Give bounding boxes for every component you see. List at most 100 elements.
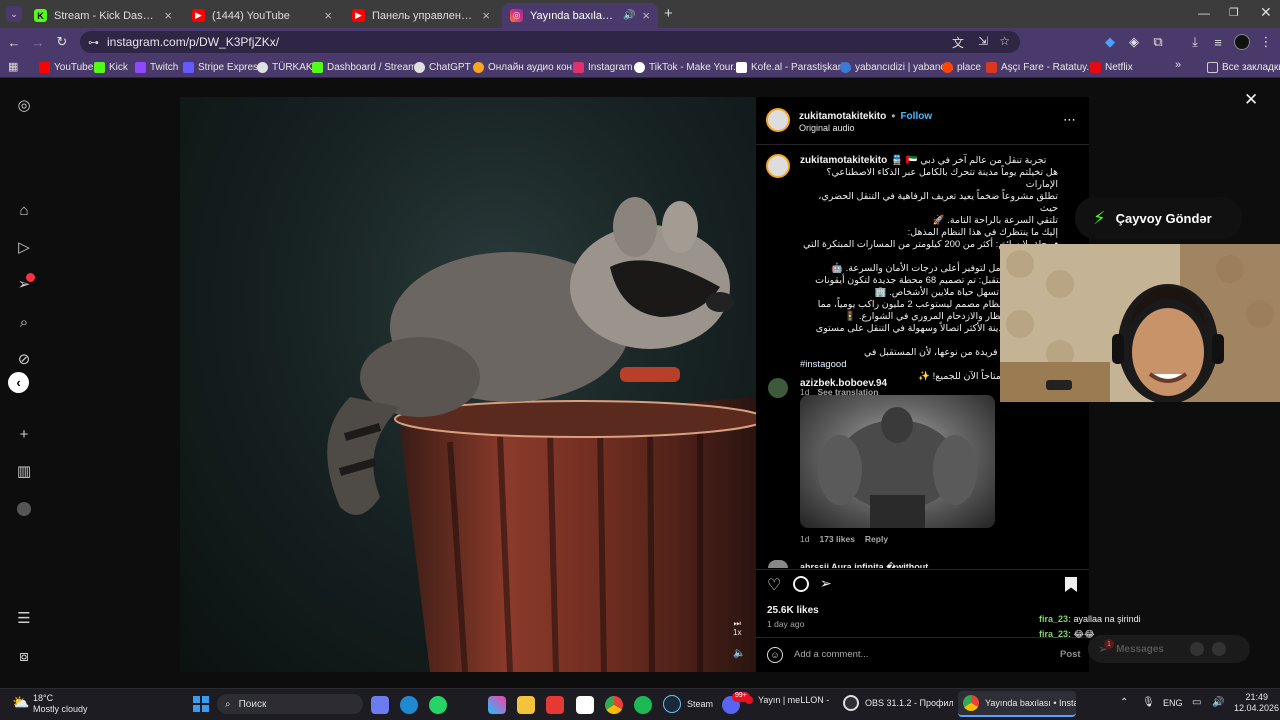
- comment-likes[interactable]: 173 likes: [819, 534, 854, 544]
- tab-youtube[interactable]: ▶ (1444) YouTube ×: [184, 3, 340, 28]
- extension-icon[interactable]: ◈: [1124, 32, 1144, 52]
- close-tab-icon[interactable]: ×: [324, 8, 332, 23]
- edge-icon[interactable]: [400, 696, 418, 714]
- install-icon[interactable]: ⇲: [978, 34, 988, 48]
- instagram-logo-icon[interactable]: ◎: [14, 95, 34, 115]
- taskbar-search-input[interactable]: ⌕ Поиск: [217, 694, 363, 714]
- close-window-button[interactable]: ✕: [1260, 4, 1272, 21]
- maximize-button[interactable]: ❐: [1229, 6, 1239, 19]
- bookmark-item[interactable]: TÜRKAK: [257, 59, 313, 75]
- teams-icon[interactable]: [371, 696, 389, 714]
- menu-icon[interactable]: ⋮: [1256, 32, 1276, 52]
- bookmark-item[interactable]: Instagram: [573, 59, 632, 75]
- bookmark-item[interactable]: Kick: [94, 59, 128, 75]
- chrome-icon[interactable]: [605, 696, 623, 714]
- home-icon[interactable]: ⌂: [14, 200, 34, 220]
- extension-icon[interactable]: ◆: [1100, 32, 1120, 52]
- comment-image[interactable]: [800, 395, 995, 528]
- media-icon[interactable]: ≡: [1208, 32, 1228, 52]
- taskbar-app-obs[interactable]: OBS 31.1.2 - Профиль: E: [843, 695, 953, 711]
- close-tab-icon[interactable]: ×: [482, 8, 490, 23]
- copilot-icon[interactable]: [488, 696, 506, 714]
- profile-avatar[interactable]: [1234, 34, 1250, 50]
- reels-icon[interactable]: ▷: [14, 237, 34, 257]
- comment-input[interactable]: Add a comment...: [794, 649, 868, 660]
- emoji-icon[interactable]: ☺: [767, 647, 783, 663]
- reload-button[interactable]: ↻: [52, 32, 72, 52]
- dashboard-icon[interactable]: ▥: [14, 461, 34, 481]
- weather-icon[interactable]: ⛅: [12, 694, 29, 711]
- create-icon[interactable]: +: [14, 424, 34, 444]
- more-options-icon[interactable]: ⋯: [1063, 112, 1076, 128]
- whatsapp-icon[interactable]: [429, 696, 447, 714]
- bookmark-item[interactable]: place: [942, 59, 981, 75]
- likes-count[interactable]: 25.6K likes: [767, 605, 819, 616]
- bookmark-item[interactable]: Kofe.al - Parastişkarl...: [736, 59, 852, 75]
- forward-button[interactable]: →: [28, 32, 48, 52]
- translate-icon[interactable]: 文: [952, 34, 964, 51]
- reel-video[interactable]: ⏭ 1x 🔈: [180, 97, 756, 672]
- close-post-icon[interactable]: ✕: [1244, 90, 1258, 110]
- extensions-puzzle-icon[interactable]: ⧉: [1148, 32, 1168, 52]
- file-explorer-icon[interactable]: [517, 696, 535, 714]
- spotify-icon[interactable]: [634, 696, 652, 714]
- reply-button[interactable]: Reply: [865, 534, 888, 544]
- clock[interactable]: 21:49 12.04.2026: [1234, 692, 1279, 714]
- playback-speed[interactable]: ⏭ 1x: [733, 619, 741, 637]
- more-menu-icon[interactable]: ☰: [14, 608, 34, 628]
- commenter-avatar[interactable]: [768, 560, 788, 568]
- author-avatar[interactable]: [766, 108, 790, 132]
- volume-icon[interactable]: 🔊: [1212, 697, 1224, 708]
- follow-button[interactable]: Follow: [900, 111, 932, 122]
- also-from-meta-icon[interactable]: ⧇: [14, 646, 34, 666]
- bookmark-item[interactable]: ChatGPT: [414, 59, 471, 75]
- bookmark-item[interactable]: Netflix: [1090, 59, 1133, 75]
- post-comment-button[interactable]: Post: [1060, 649, 1081, 660]
- address-bar[interactable]: ⊶ instagram.com/p/DW_K3PfjZKx/ 文 ⇲ ☆: [80, 31, 1020, 53]
- author-username[interactable]: zukitamotakitekito: [799, 111, 886, 122]
- language-indicator[interactable]: ENG: [1163, 698, 1183, 708]
- speaker-icon[interactable]: 🔊: [623, 10, 635, 21]
- taskbar-app-chrome-instagram[interactable]: Yayında baxılası • Instag: [958, 691, 1076, 717]
- apps-grid-icon[interactable]: ▦: [8, 60, 18, 73]
- bookmark-item[interactable]: Aşçı Fare - Ratatuy...: [986, 59, 1095, 75]
- like-heart-icon[interactable]: ♡: [767, 575, 781, 595]
- taskbar-app-steam[interactable]: Steam: [663, 695, 713, 713]
- tab-youtube-studio[interactable]: ▶ Панель управления каналом ×: [344, 3, 498, 28]
- original-audio-link[interactable]: Original audio: [799, 123, 855, 133]
- search-icon[interactable]: ⌕: [14, 312, 34, 332]
- downloads-icon[interactable]: ⤓: [1185, 32, 1205, 52]
- commenter-avatar[interactable]: [768, 378, 788, 398]
- bookmark-item[interactable]: YouTube: [39, 59, 93, 75]
- taskbar-app-discord-window[interactable]: Yayın | meLLON - Di:: [745, 695, 831, 705]
- network-icon[interactable]: ▭: [1192, 697, 1201, 708]
- capcut-icon[interactable]: [576, 696, 594, 714]
- app-icon[interactable]: [546, 696, 564, 714]
- site-info-icon[interactable]: ⊶: [88, 36, 99, 49]
- minimize-button[interactable]: —: [1198, 6, 1210, 20]
- share-icon[interactable]: ➢: [820, 575, 832, 592]
- tab-search-button[interactable]: ⌄: [6, 6, 22, 22]
- bookmark-item[interactable]: Онлайн аудио кон...: [473, 59, 580, 75]
- explore-icon[interactable]: ⊘: [14, 349, 34, 369]
- bookmark-star-icon[interactable]: ☆: [999, 34, 1010, 48]
- comment-icon[interactable]: [793, 576, 809, 592]
- all-bookmarks[interactable]: Все закладки: [1207, 59, 1280, 75]
- caption-username[interactable]: zukitamotakitekito: [800, 155, 887, 167]
- messages-button[interactable]: ➢ 1 Messages: [1088, 635, 1250, 663]
- back-button[interactable]: ←: [4, 32, 24, 52]
- bookmark-item[interactable]: yabancıdizi | yabanc...: [840, 59, 954, 75]
- bookmark-item[interactable]: TikTok - Make Your...: [634, 59, 741, 75]
- mute-icon[interactable]: 🔈: [733, 648, 745, 659]
- microphone-icon[interactable]: 🎙: [1142, 697, 1155, 708]
- tab-kick[interactable]: K Stream - Kick Dashboard ×: [26, 3, 180, 28]
- caption-avatar[interactable]: [766, 154, 790, 178]
- close-tab-icon[interactable]: ×: [164, 8, 172, 23]
- windows-start-icon[interactable]: [193, 696, 209, 712]
- more-bookmarks-icon[interactable]: »: [1175, 59, 1181, 71]
- bookmark-item[interactable]: Twitch: [135, 59, 178, 75]
- profile-avatar[interactable]: [17, 502, 31, 516]
- bookmark-item[interactable]: Stripe Express: [183, 59, 263, 75]
- close-tab-icon[interactable]: ×: [642, 8, 650, 23]
- bookmark-item[interactable]: Dashboard / Stream...: [312, 59, 425, 75]
